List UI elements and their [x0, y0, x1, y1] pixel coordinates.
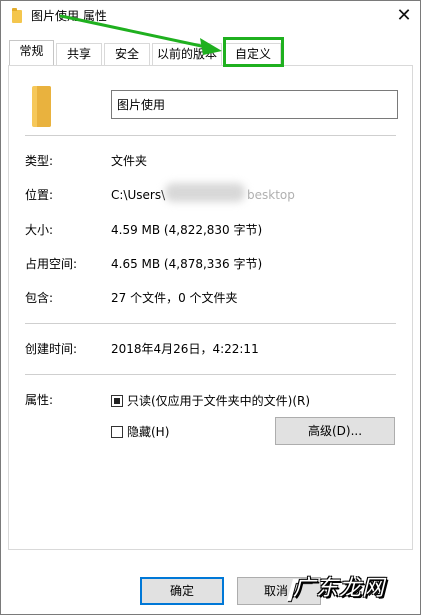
folder-icon — [32, 86, 51, 127]
general-tab-panel — [8, 65, 413, 550]
properties-dialog: 图片使用 属性 ✕ 常规 共享 安全 以前的版本 自定义 类型: 文件夹 位置:… — [0, 0, 421, 615]
contains-label: 包含: — [25, 291, 54, 305]
advanced-button[interactable]: 高级(D)... — [275, 417, 395, 445]
tab-previous-versions[interactable]: 以前的版本 — [152, 43, 222, 65]
hidden-checkbox[interactable] — [111, 426, 123, 438]
tab-sharing[interactable]: 共享 — [56, 43, 102, 65]
ok-button[interactable]: 确定 — [140, 577, 224, 605]
highlight-box — [223, 37, 284, 67]
watermark-text: 广东龙网 — [293, 576, 386, 601]
hidden-label[interactable]: 隐藏(H) — [127, 424, 169, 440]
attributes-label: 属性: — [25, 393, 54, 407]
created-value: 2018年4月26日，4:22:11 — [111, 342, 259, 356]
tab-general[interactable]: 常规 — [9, 40, 54, 65]
redaction-blur — [165, 183, 245, 202]
title-bar: 图片使用 属性 ✕ — [1, 1, 420, 32]
separator — [25, 135, 396, 136]
type-label: 类型: — [25, 154, 54, 168]
window-title: 图片使用 属性 — [31, 9, 107, 23]
folder-name-input[interactable] — [111, 90, 398, 119]
size-on-disk-label: 占用空间: — [25, 257, 78, 271]
separator — [25, 323, 396, 324]
size-label: 大小: — [25, 223, 54, 237]
readonly-checkbox[interactable] — [111, 395, 123, 407]
close-button[interactable]: ✕ — [388, 1, 420, 31]
location-value: C:\Users\ — [111, 188, 166, 202]
folder-icon — [12, 8, 22, 23]
size-on-disk-value: 4.65 MB (4,878,336 字节) — [111, 257, 263, 271]
tab-security[interactable]: 安全 — [104, 43, 150, 65]
location-value-tail: besktop — [247, 188, 295, 202]
contains-value: 27 个文件，0 个文件夹 — [111, 291, 238, 305]
location-label: 位置: — [25, 188, 54, 202]
size-value: 4.59 MB (4,822,830 字节) — [111, 223, 263, 237]
readonly-label[interactable]: 只读(仅应用于文件夹中的文件)(R) — [127, 393, 310, 409]
created-label: 创建时间: — [25, 342, 78, 356]
separator — [25, 374, 396, 375]
type-value: 文件夹 — [111, 154, 148, 168]
